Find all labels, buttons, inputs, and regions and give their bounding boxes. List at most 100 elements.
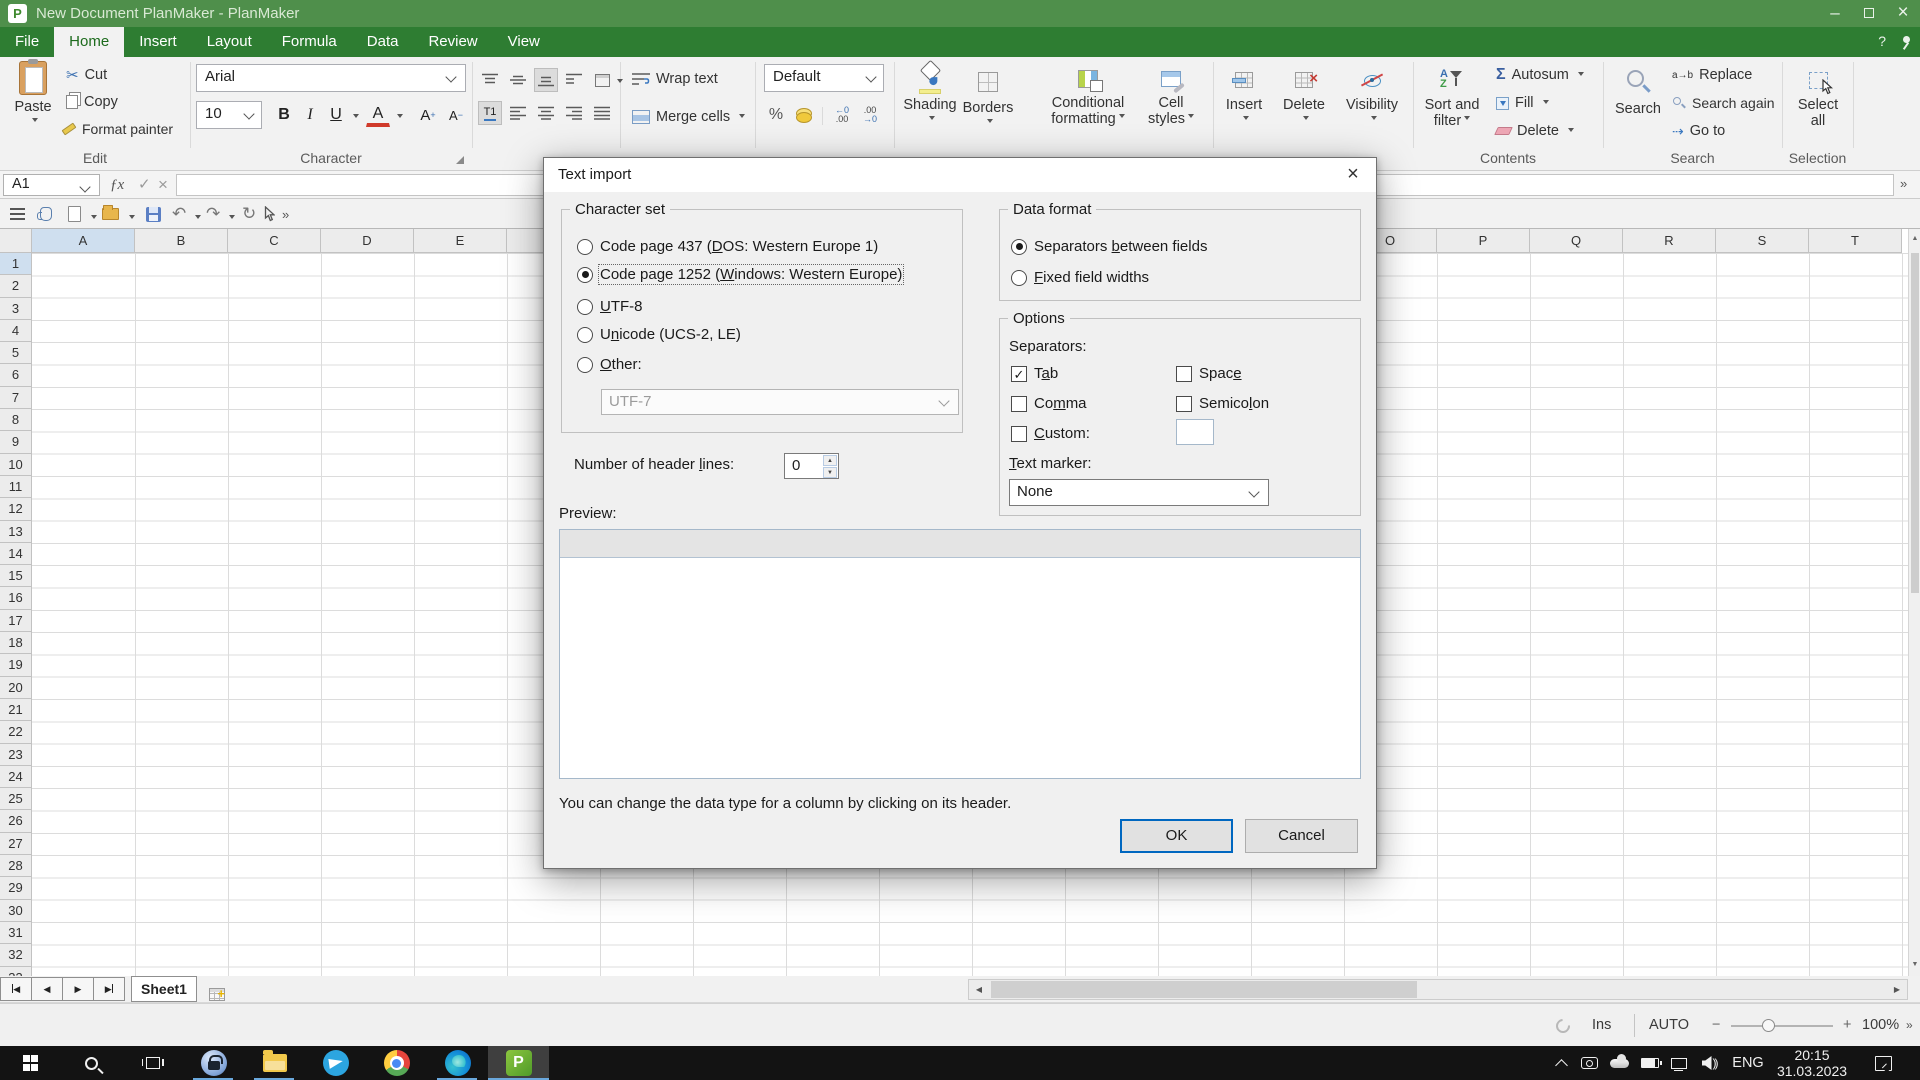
header-lines-spinner[interactable]: 0 ▲ ▼ (784, 453, 839, 479)
radio-fixed-field-widths[interactable]: Fixed field widths (1011, 269, 1149, 286)
add-sheet-icon[interactable]: + (203, 981, 221, 996)
prev-sheet-button[interactable]: ◀ (31, 977, 63, 1001)
zoom-out-icon[interactable]: − (1712, 1004, 1720, 1047)
character-dialog-launcher[interactable] (456, 156, 464, 164)
goto-button[interactable]: ⇢ Go to (1672, 119, 1725, 143)
restore-button[interactable] (1852, 0, 1886, 27)
clock[interactable]: 20:15 31.03.2023 (1772, 1046, 1852, 1080)
underline-button[interactable]: U (324, 103, 348, 127)
new-document-icon[interactable] (68, 203, 81, 225)
bold-button[interactable]: B (272, 103, 296, 127)
formula-more-icon[interactable]: » (1900, 176, 1907, 191)
column-header-E[interactable]: E (414, 229, 507, 253)
column-header-A[interactable]: A (32, 229, 135, 253)
checkbox-tab[interactable]: Tab (1011, 365, 1058, 382)
add-decimal-button[interactable]: ←0.00 (830, 103, 854, 127)
radio-unicode[interactable]: Unicode (UCS-2, LE) (577, 326, 741, 343)
menu-data[interactable]: Data (352, 27, 414, 57)
checkbox-semicolon[interactable]: Semicolon (1176, 395, 1269, 412)
hand-tool-icon[interactable] (40, 203, 52, 225)
menu-review[interactable]: Review (413, 27, 492, 57)
checkbox-comma[interactable]: Comma (1011, 395, 1087, 412)
row-header-8[interactable]: 8 (0, 409, 32, 431)
minimize-button[interactable]: – (1818, 0, 1852, 27)
row-header-22[interactable]: 22 (0, 721, 32, 743)
shading-button[interactable]: Shading (898, 63, 962, 129)
zoom-slider-thumb[interactable] (1762, 1019, 1775, 1032)
last-sheet-button[interactable]: ▶ (93, 977, 125, 1001)
row-header-10[interactable]: 10 (0, 454, 32, 476)
row-header-19[interactable]: 19 (0, 654, 32, 676)
zoom-slider[interactable] (1731, 1025, 1833, 1027)
currency-icon[interactable] (792, 103, 816, 127)
font-size-combo[interactable]: 10 (196, 101, 262, 129)
cell-styles-button[interactable]: Cell styles (1138, 63, 1204, 127)
menu-home[interactable]: Home (54, 27, 124, 57)
row-header-25[interactable]: 25 (0, 788, 32, 810)
meet-now-icon[interactable] (1576, 1046, 1602, 1080)
menu-insert[interactable]: Insert (124, 27, 192, 57)
horizontal-scrollbar[interactable]: ◀ ▶ (968, 979, 1908, 1000)
undo-icon[interactable]: ↶ (172, 203, 186, 225)
text-direction-icon[interactable] (562, 68, 586, 92)
chrome-button[interactable] (366, 1046, 427, 1080)
delete-contents-button[interactable]: Delete (1496, 119, 1574, 143)
format-painter-button[interactable]: Format painter (62, 117, 173, 141)
row-header-21[interactable]: 21 (0, 699, 32, 721)
rotate-text-button[interactable]: T1 (478, 101, 502, 125)
scroll-up-icon[interactable]: ▲ (1909, 231, 1920, 247)
row-header-6[interactable]: 6 (0, 364, 32, 386)
replace-button[interactable]: a→b Replace (1672, 63, 1752, 87)
radio-utf8[interactable]: UTF-8 (577, 298, 643, 315)
confirm-icon[interactable]: ✓ (138, 174, 151, 196)
battery-icon[interactable] (1636, 1046, 1664, 1080)
text-marker-combo[interactable]: None (1009, 479, 1269, 506)
select-all-button[interactable]: Select all (1790, 63, 1846, 129)
row-header-16[interactable]: 16 (0, 587, 32, 609)
first-sheet-button[interactable]: ◀ (0, 977, 32, 1001)
font-name-combo[interactable]: Arial (196, 64, 466, 92)
insert-cells-button[interactable]: Insert (1218, 63, 1270, 129)
language-indicator[interactable]: ENG (1728, 1046, 1768, 1080)
column-header-S[interactable]: S (1716, 229, 1809, 253)
preview-area[interactable] (559, 529, 1361, 779)
align-left-icon[interactable] (506, 101, 530, 125)
row-header-1[interactable]: 1 (0, 253, 32, 275)
status-more-icon[interactable]: » (1906, 1004, 1913, 1047)
network-icon[interactable] (1666, 1046, 1692, 1080)
row-header-33[interactable]: 33 (0, 967, 32, 977)
grow-font-button[interactable]: A+ (416, 103, 440, 127)
task-view-button[interactable] (122, 1046, 183, 1080)
row-header-12[interactable]: 12 (0, 498, 32, 520)
row-header-29[interactable]: 29 (0, 877, 32, 899)
row-header-32[interactable]: 32 (0, 944, 32, 966)
close-button[interactable]: × (1886, 0, 1920, 27)
row-header-5[interactable]: 5 (0, 342, 32, 364)
visibility-button[interactable]: Visibility (1338, 63, 1406, 129)
italic-button[interactable]: I (298, 103, 322, 127)
pin-icon[interactable] (1903, 36, 1910, 43)
row-header-11[interactable]: 11 (0, 476, 32, 498)
radio-codepage-1252[interactable]: Code page 1252 (Windows: Western Europe) (577, 266, 902, 283)
vertical-scroll-thumb[interactable] (1911, 253, 1919, 593)
search-again-button[interactable]: Search again (1672, 91, 1775, 115)
column-header-T[interactable]: T (1809, 229, 1902, 253)
row-header-2[interactable]: 2 (0, 275, 32, 297)
menu-icon[interactable] (10, 203, 25, 225)
refresh-icon[interactable] (1553, 1016, 1573, 1036)
borders-button[interactable]: Borders (956, 63, 1020, 132)
planmaker-button[interactable]: P (488, 1046, 549, 1080)
align-center-icon[interactable] (534, 101, 558, 125)
align-right-icon[interactable] (562, 101, 586, 125)
open-folder-icon[interactable] (102, 203, 119, 225)
checkbox-custom[interactable]: Custom: (1011, 425, 1090, 442)
insert-mode-indicator[interactable]: Ins (1592, 1004, 1611, 1047)
zoom-in-icon[interactable]: + (1843, 1004, 1851, 1047)
horizontal-scroll-thumb[interactable] (991, 981, 1417, 998)
menu-file[interactable]: File (0, 27, 54, 57)
wrap-text-button[interactable]: Wrap text (632, 67, 718, 91)
column-header-D[interactable]: D (321, 229, 414, 253)
row-header-31[interactable]: 31 (0, 922, 32, 944)
merge-cells-button[interactable]: Merge cells (632, 105, 745, 129)
taskbar-search-button[interactable] (61, 1046, 122, 1080)
